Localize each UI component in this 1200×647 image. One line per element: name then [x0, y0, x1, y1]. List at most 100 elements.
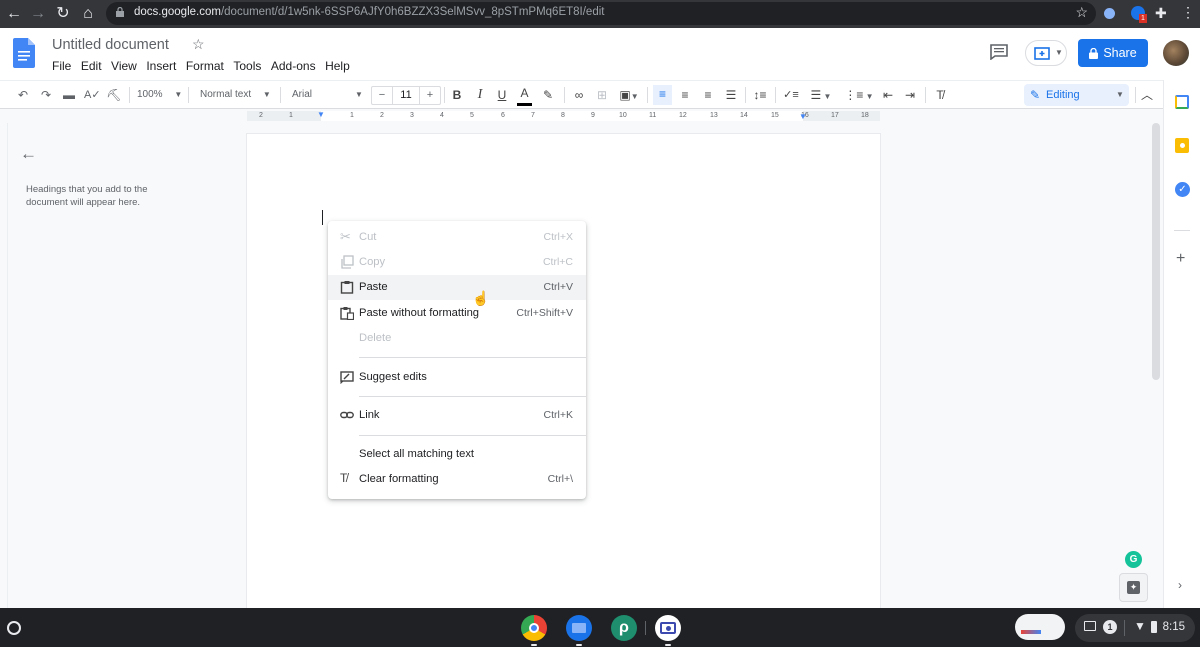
keep-icon[interactable]	[1175, 138, 1189, 153]
document-title[interactable]: Untitled document	[52, 37, 169, 53]
numbered-list-icon[interactable]: ⋮≡ ▼	[844, 86, 874, 104]
text-color-icon[interactable]: A	[517, 86, 532, 106]
pixlr-app-icon[interactable]: ρ	[611, 615, 637, 641]
menu-item-label: Clear formatting	[359, 473, 439, 485]
docs-logo-icon[interactable]	[13, 38, 35, 68]
zoom-select[interactable]: 100% ▼	[137, 86, 185, 104]
bookmark-star-icon[interactable]: ☆	[1075, 4, 1088, 21]
context-menu: ✂ Cut Ctrl+X Copy Ctrl+C Paste Ctrl+V Pa…	[328, 221, 586, 499]
collapse-menus-icon[interactable]: ︿	[1140, 86, 1154, 104]
style-select[interactable]: Normal text ▼	[200, 86, 276, 104]
horizontal-ruler[interactable]: 2 1 1 2 3 4 5 6 7 8 9 10 11 12 13 14 15 …	[0, 109, 1150, 123]
menu-edit[interactable]: Edit	[81, 59, 102, 73]
screen-capture-icon	[1084, 621, 1096, 631]
add-addon-plus-icon[interactable]: +	[1176, 250, 1185, 268]
clear-formatting-icon[interactable]: T̸	[932, 86, 948, 104]
italic-icon[interactable]: I	[473, 86, 487, 104]
explore-icon: ✦	[1127, 581, 1140, 594]
tasks-icon[interactable]: ✓	[1175, 182, 1190, 197]
files-app-icon[interactable]	[566, 615, 592, 641]
avatar[interactable]	[1163, 40, 1189, 66]
menu-add-ons[interactable]: Add-ons	[271, 59, 316, 73]
share-button[interactable]: Share	[1078, 39, 1148, 67]
more-menu-icon[interactable]: ⋮	[1181, 4, 1195, 21]
zoom-value: 100%	[137, 89, 163, 100]
reload-button[interactable]: ↻	[53, 4, 73, 24]
menu-item-label: Select all matching text	[359, 448, 475, 460]
menu-insert[interactable]: Insert	[146, 59, 176, 73]
extension-icon[interactable]	[1104, 8, 1115, 19]
menu-item-select-all-matching[interactable]: Select all matching text	[328, 442, 586, 467]
add-comment-icon[interactable]: ⊞	[595, 86, 609, 104]
menu-item-copy[interactable]: Copy Ctrl+C	[328, 250, 586, 275]
screencast-app-icon[interactable]	[655, 615, 681, 641]
increase-font-size-button[interactable]: +	[420, 87, 440, 104]
bold-icon[interactable]: B	[450, 86, 464, 104]
explore-button[interactable]: ✦	[1119, 573, 1148, 602]
calendar-icon[interactable]	[1175, 95, 1189, 109]
address-bar[interactable]: docs.google.com/document/d/1w5nk-6SSP6AJ…	[106, 2, 1096, 25]
redo-icon[interactable]: ↷	[38, 86, 54, 104]
home-button[interactable]: ⌂	[78, 4, 98, 24]
holding-space-thumbnail[interactable]	[1015, 614, 1065, 640]
insert-image-icon[interactable]: ▣▼	[617, 86, 641, 104]
menu-item-suggest-edits[interactable]: Suggest edits	[328, 365, 586, 390]
spellcheck-icon[interactable]: A✓	[84, 86, 101, 104]
underline-icon[interactable]: U	[495, 86, 509, 104]
copy-icon	[341, 255, 354, 269]
right-indent-marker[interactable]: ▼	[799, 112, 807, 121]
checklist-icon[interactable]: ✓≡	[783, 86, 799, 104]
font-size-input[interactable]: 11	[392, 87, 420, 104]
paint-format-icon[interactable]: ⛏	[106, 86, 122, 104]
battery-icon	[1151, 621, 1157, 633]
chevron-down-icon: ▼	[1055, 48, 1063, 57]
menu-item-paste-without-formatting[interactable]: Paste without formatting Ctrl+Shift+V	[328, 301, 586, 326]
comments-icon[interactable]	[990, 44, 1008, 60]
style-value: Normal text	[200, 89, 252, 100]
justify-icon[interactable]: ☰	[724, 86, 738, 104]
insert-link-icon[interactable]: ∞	[571, 86, 587, 104]
print-icon[interactable]: ▬	[61, 86, 77, 104]
system-tray[interactable]: 1 ▼ 8:15	[1075, 614, 1195, 642]
back-button[interactable]: ←	[4, 4, 24, 24]
highlight-color-icon[interactable]: ✎	[541, 86, 555, 104]
undo-icon[interactable]: ↶	[15, 86, 31, 104]
align-left-icon[interactable]: ≡	[653, 85, 672, 105]
ruler-tick: 10	[619, 112, 627, 119]
menu-view[interactable]: View	[111, 59, 137, 73]
menu-format[interactable]: Format	[186, 59, 224, 73]
font-select[interactable]: Arial ▼	[292, 86, 364, 104]
lock-icon	[1089, 47, 1099, 59]
menu-item-clear-formatting[interactable]: T̸ Clear formatting Ctrl+\	[328, 467, 586, 492]
vertical-ruler[interactable]	[0, 123, 8, 608]
increase-indent-icon[interactable]: ⇥	[902, 86, 918, 104]
menu-item-link[interactable]: Link Ctrl+K	[328, 403, 586, 428]
close-outline-arrow-icon[interactable]: ←	[20, 144, 37, 164]
menu-item-cut[interactable]: ✂ Cut Ctrl+X	[328, 225, 586, 250]
decrease-font-size-button[interactable]: −	[372, 87, 392, 104]
menu-file[interactable]: File	[52, 59, 71, 73]
grammarly-icon[interactable]: G	[1125, 551, 1142, 568]
chrome-app-icon[interactable]	[521, 615, 547, 641]
line-spacing-icon[interactable]: ↕≡	[752, 86, 768, 104]
align-center-icon[interactable]: ≡	[678, 86, 692, 104]
decrease-indent-icon[interactable]: ⇤	[880, 86, 896, 104]
menu-help[interactable]: Help	[325, 59, 350, 73]
extensions-puzzle-icon[interactable]: ✚	[1155, 5, 1167, 22]
align-right-icon[interactable]: ≡	[701, 86, 715, 104]
font-size-stepper[interactable]: − 11 +	[371, 86, 441, 105]
forward-button[interactable]: →	[28, 4, 48, 24]
bulleted-list-icon[interactable]: ☰ ▼	[807, 86, 835, 104]
present-button[interactable]: ▼	[1025, 40, 1067, 66]
menu-tools[interactable]: Tools	[233, 59, 261, 73]
chevron-down-icon: ▼	[1116, 90, 1124, 99]
menu-item-delete[interactable]: Delete	[328, 326, 586, 351]
star-icon[interactable]: ☆	[192, 36, 205, 53]
menu-item-paste[interactable]: Paste Ctrl+V	[328, 275, 586, 300]
vertical-scrollbar[interactable]	[1152, 123, 1160, 380]
expand-panel-chevron-icon[interactable]: ›	[1178, 578, 1182, 592]
left-indent-marker[interactable]: ▼	[317, 110, 325, 119]
editing-mode-select[interactable]: ✎ Editing ▼	[1024, 84, 1129, 106]
launcher-icon[interactable]	[7, 621, 21, 635]
paste-plain-icon	[340, 307, 354, 320]
